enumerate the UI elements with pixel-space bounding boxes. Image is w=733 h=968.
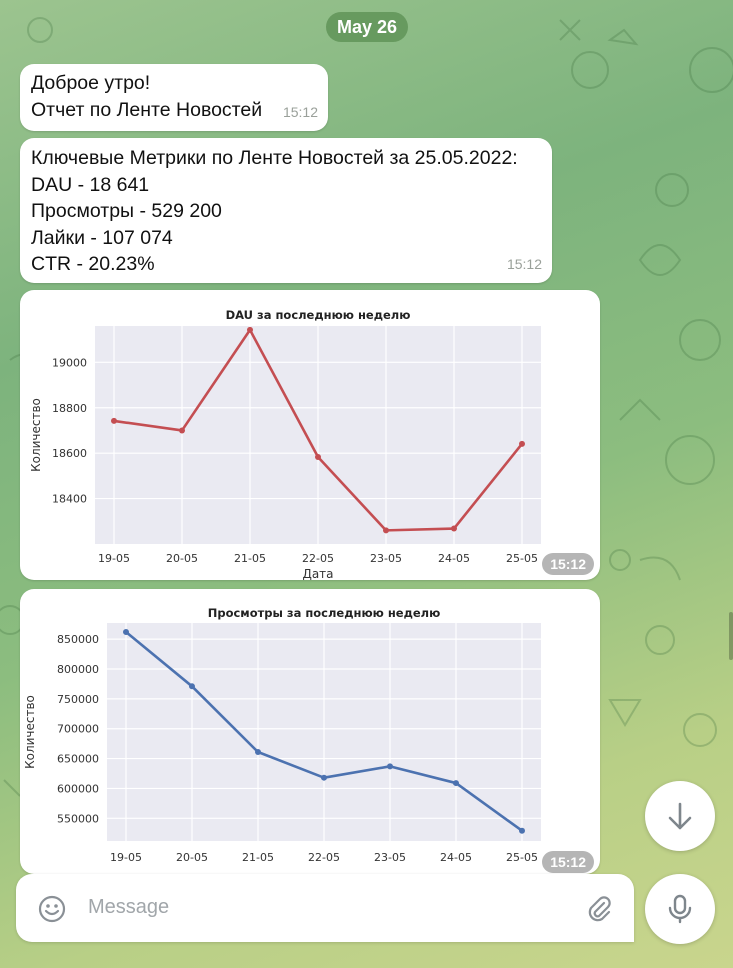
data-point xyxy=(321,774,327,781)
data-point xyxy=(123,628,129,635)
data-point xyxy=(451,525,457,532)
emoji-icon[interactable] xyxy=(37,894,67,929)
y-tick-label: 650000 xyxy=(57,753,99,766)
y-axis-label: Количество xyxy=(23,695,37,769)
x-tick-label: 20-05 xyxy=(176,851,208,864)
message-time: 15:12 xyxy=(506,255,542,272)
data-point xyxy=(179,427,185,434)
data-point xyxy=(315,454,321,461)
data-point xyxy=(255,749,261,756)
message-text: Доброе утро! xyxy=(31,72,151,94)
y-tick-label: 18400 xyxy=(52,493,87,506)
data-point xyxy=(519,827,525,834)
data-point xyxy=(189,683,195,690)
y-tick-label: 850000 xyxy=(57,633,99,646)
data-point xyxy=(519,440,525,447)
date-separator: May 26 xyxy=(326,12,409,42)
y-tick-label: 750000 xyxy=(57,693,99,706)
x-tick-label: 21-05 xyxy=(242,851,274,864)
message-time: 15:12 xyxy=(542,851,594,873)
paperclip-icon[interactable] xyxy=(584,894,614,929)
data-point xyxy=(387,763,393,770)
chart-image-dau[interactable]: 18400 18600 18800 19000 19-05 20-05 21-05 22-05… xyxy=(20,290,600,580)
x-tick-label: 21-05 xyxy=(234,552,266,565)
y-tick-label: 18600 xyxy=(52,447,87,460)
data-point xyxy=(111,417,117,424)
chart-title: DAU за последнюю неделю xyxy=(226,308,411,322)
x-tick-label: 22-05 xyxy=(302,552,334,565)
x-tick-label: 23-05 xyxy=(374,851,406,864)
message-text: DAU - 18 641 xyxy=(31,173,150,196)
message-text: CTR - 20.23% xyxy=(31,253,155,275)
y-tick-label: 18800 xyxy=(52,402,87,415)
message-text: Просмотры - 529 200 xyxy=(31,200,222,222)
x-tick-label: 19-05 xyxy=(98,552,130,565)
message-input[interactable]: Message xyxy=(88,896,169,919)
microphone-icon xyxy=(668,894,692,924)
x-tick-label: 24-05 xyxy=(440,851,472,864)
message-text: Ключевые Метрики по Ленте Новостей за 25… xyxy=(31,147,518,169)
scroll-down-button[interactable] xyxy=(645,781,715,851)
message-text: Отчет по Ленте Новостей xyxy=(31,98,263,121)
y-tick-label: 600000 xyxy=(57,782,99,795)
x-tick-label: 23-05 xyxy=(370,552,402,565)
data-point xyxy=(383,527,389,534)
message-bubble[interactable]: Доброе утро! Отчет по Ленте Новостей 15:… xyxy=(20,64,328,131)
y-tick-label: 19000 xyxy=(52,356,87,369)
dau-chart: 18400 18600 18800 19000 19-05 20-05 21-05 22-05… xyxy=(29,308,541,580)
message-composer: Message xyxy=(16,874,634,942)
chart-image-views[interactable]: 550000 600000 650000 700000 750000 800000 8500… xyxy=(20,589,600,874)
x-tick-label: 25-05 xyxy=(506,851,538,864)
data-point xyxy=(453,780,459,787)
views-chart: 550000 600000 650000 700000 750000 800000 8500… xyxy=(23,606,541,864)
x-tick-label: 25-05 xyxy=(506,552,538,565)
x-axis-label: Дата xyxy=(302,567,333,580)
message-time: 15:12 xyxy=(282,103,318,120)
message-text: Лайки - 107 074 xyxy=(31,226,173,249)
microphone-button[interactable] xyxy=(645,874,715,944)
chart-title: Просмотры за последнюю неделю xyxy=(208,606,441,620)
y-tick-label: 700000 xyxy=(57,723,99,736)
message-bubble[interactable]: Ключевые Метрики по Ленте Новостей за 25… xyxy=(20,138,552,283)
arrow-down-icon xyxy=(668,802,692,830)
y-tick-label: 550000 xyxy=(57,812,99,825)
x-tick-label: 24-05 xyxy=(438,552,470,565)
x-tick-label: 19-05 xyxy=(110,851,142,864)
y-tick-label: 800000 xyxy=(57,663,99,676)
x-tick-label: 22-05 xyxy=(308,851,340,864)
y-axis-label: Количество xyxy=(29,398,43,472)
scrollbar-thumb[interactable] xyxy=(729,612,733,660)
message-time: 15:12 xyxy=(542,553,594,575)
x-tick-label: 20-05 xyxy=(166,552,198,565)
data-point xyxy=(247,326,253,333)
